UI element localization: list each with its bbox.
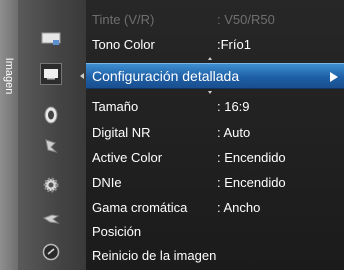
menu-item-value: : Ancho	[217, 200, 261, 215]
menu-item-value: : 16:9	[217, 99, 250, 114]
menu-item-tono-color[interactable]: Tono Color :Frío1	[86, 33, 344, 57]
input-icon[interactable]	[41, 210, 61, 228]
menu-item-label: Configuración detallada	[92, 68, 240, 84]
menu-item-label: Active Color	[92, 150, 163, 165]
picture-settings-icon[interactable]	[41, 30, 61, 48]
icon-column	[18, 0, 86, 270]
menu-item-label: Gama cromática	[92, 200, 188, 215]
menu-item-label: Reinicio de la imagen	[92, 248, 217, 263]
settings-gear-icon[interactable]	[41, 176, 61, 194]
menu-item-value: :Frío1	[217, 37, 251, 52]
category-tab[interactable]: Imagen	[0, 0, 18, 270]
menu-item-label: Posición	[92, 224, 142, 239]
menu-item-label: Digital NR	[92, 125, 151, 140]
menu-item-posicion[interactable]: Posición	[86, 220, 344, 244]
channel-icon[interactable]	[41, 137, 61, 155]
menu-item-value: : Auto	[217, 125, 251, 140]
menu-item-tinte: Tinte (V/R) : V50/R50	[86, 8, 344, 32]
scroll-up-indicator-icon	[208, 57, 212, 60]
menu-item-label: Tono Color	[92, 37, 155, 52]
menu-item-value: : Encendido	[217, 150, 286, 165]
menu-item-label: Tamaño	[92, 99, 139, 114]
menu-item-dnie[interactable]: DNIe : Encendido	[86, 171, 344, 195]
monitor-icon[interactable]	[40, 63, 62, 85]
tv-osd-menu: Imagen Tinte (V/R): V50/R50 Tono Color …	[0, 0, 344, 270]
menu-item-label: Tinte (V/R)	[92, 12, 155, 27]
category-tab-label: Imagen	[3, 57, 15, 95]
scroll-down-indicator-icon	[208, 91, 212, 94]
sound-icon[interactable]	[41, 106, 61, 124]
menu-item-value: : Encendido	[217, 175, 286, 190]
menu-item-digital-nr[interactable]: Digital NR : Auto	[86, 121, 344, 145]
submenu-right-arrow-icon	[330, 72, 338, 82]
menu-item-value: : V50/R50	[217, 12, 275, 27]
menu-panel: Tinte (V/R) : V50/R50 Tono Color :Frío1 …	[86, 0, 344, 270]
menu-item-tamano[interactable]: Tamaño : 16:9	[86, 95, 344, 119]
menu-item-reinicio-imagen[interactable]: Reinicio de la imagen	[86, 244, 344, 268]
menu-item-configuracion-detallada[interactable]: Configuración detallada	[86, 63, 344, 89]
menu-item-active-color[interactable]: Active Color : Encendido	[86, 146, 344, 170]
submenu-left-arrow-icon	[80, 73, 84, 79]
menu-item-gama-cromatica[interactable]: Gama cromática : Ancho	[86, 196, 344, 220]
menu-item-label: DNIe	[92, 175, 122, 190]
support-icon[interactable]	[41, 243, 61, 261]
